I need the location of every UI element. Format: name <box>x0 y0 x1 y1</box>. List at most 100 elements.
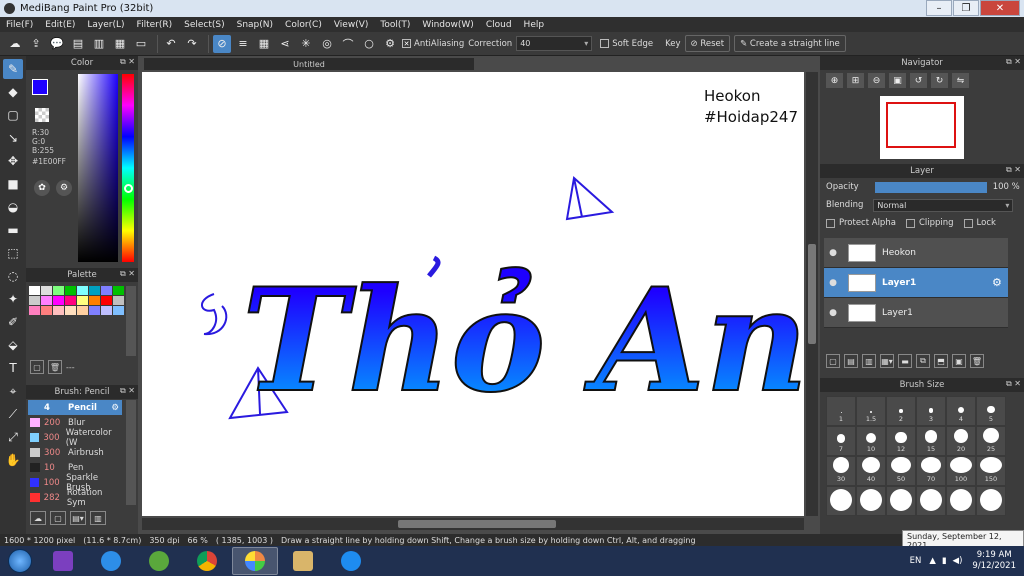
brush-size-option[interactable]: 150 <box>976 456 1006 486</box>
visual-studio-task[interactable] <box>40 547 86 575</box>
layer-item[interactable]: ● Layer1 ⚙ <box>824 268 1008 298</box>
line-tool-icon[interactable]: ↘ <box>3 128 23 148</box>
palette-swatch[interactable] <box>101 286 112 295</box>
foreground-color-swatch[interactable] <box>32 79 48 95</box>
palette-swatch[interactable] <box>41 296 52 305</box>
straight-line-button[interactable]: ✎ Create a straight line <box>734 35 846 52</box>
concentric-snap-icon[interactable]: ◎ <box>318 35 336 53</box>
parallel-snap-icon[interactable]: ≡ <box>234 35 252 53</box>
brush-size-option[interactable] <box>886 486 916 516</box>
snap-off-icon[interactable]: ⊘ <box>213 34 231 53</box>
flip-icon[interactable]: ⇋ <box>952 73 969 88</box>
color-mode-icon[interactable]: ✿ <box>34 180 50 196</box>
palette-swatch[interactable] <box>53 306 64 315</box>
language-indicator[interactable]: EN <box>910 556 922 566</box>
brush-settings-icon[interactable]: ▥ <box>90 511 106 525</box>
select-pen-tool-icon[interactable]: ✐ <box>3 312 23 332</box>
paint-task[interactable] <box>280 547 326 575</box>
visibility-icon[interactable]: ● <box>824 248 842 258</box>
brush-item-rotation[interactable]: 282 Rotation Sym <box>28 488 122 508</box>
coccoc-task[interactable] <box>136 547 182 575</box>
chrome-task[interactable] <box>184 547 230 575</box>
new-brush-icon[interactable]: ▢ <box>50 511 66 525</box>
close-button[interactable]: ✕ <box>980 0 1020 16</box>
panel-close-icon[interactable]: ⧉ ✕ <box>120 386 135 396</box>
vertical-scroll-thumb[interactable] <box>808 244 816 344</box>
brush-item-pencil[interactable]: 4 Pencil ⚙ <box>28 400 122 415</box>
palette-swatch[interactable] <box>29 306 40 315</box>
maximize-button[interactable]: ❐ <box>953 0 979 16</box>
palette-swatch[interactable] <box>65 286 76 295</box>
brush-size-option[interactable]: 30 <box>826 456 856 486</box>
vanishing-point-snap-icon[interactable]: ⋖ <box>276 35 294 53</box>
lock-checkbox[interactable] <box>963 218 973 228</box>
divide-tool-icon[interactable]: ⟋ <box>3 404 23 424</box>
merge-down-icon[interactable]: ⬒ <box>934 354 948 368</box>
protect-alpha-checkbox[interactable] <box>826 218 835 228</box>
brush-size-option[interactable]: 1.5 <box>856 396 886 426</box>
hue-slider-handle[interactable] <box>124 184 133 193</box>
actual-size-icon[interactable]: ▣ <box>889 73 906 88</box>
select-eraser-tool-icon[interactable]: ⬙ <box>3 335 23 355</box>
brush-size-option[interactable] <box>946 486 976 516</box>
brush-size-option[interactable]: 2 <box>886 396 916 426</box>
menu-select[interactable]: Select(S) <box>178 20 231 30</box>
snap-settings-icon[interactable]: ⚙ <box>381 35 399 53</box>
palette-swatch[interactable] <box>77 296 88 305</box>
palette-swatch[interactable] <box>65 296 76 305</box>
horizontal-scrollbar[interactable] <box>142 518 804 530</box>
reset-button[interactable]: ⊘ Reset <box>684 35 731 52</box>
new-halftone-layer-icon[interactable]: ▤ <box>844 354 858 368</box>
palette-swatch[interactable] <box>65 306 76 315</box>
hand-tool-icon[interactable]: ✋ <box>3 450 23 470</box>
brush-size-option[interactable]: 3 <box>916 396 946 426</box>
palette-swatch[interactable] <box>41 286 52 295</box>
share-icon[interactable]: ⇪ <box>27 35 45 53</box>
viewport-frame[interactable] <box>886 102 956 148</box>
circle-snap-icon[interactable]: ○ <box>360 35 378 53</box>
brush-size-option[interactable]: 25 <box>976 426 1006 456</box>
zoom-fit-icon[interactable]: ⊞ <box>847 73 864 88</box>
minimize-button[interactable]: – <box>926 0 952 16</box>
palette-swatch[interactable] <box>89 286 100 295</box>
blending-select[interactable]: Normal <box>873 198 1014 212</box>
rotate-left-icon[interactable]: ↺ <box>910 73 927 88</box>
menu-snap[interactable]: Snap(N) <box>231 20 279 30</box>
brush-size-option[interactable] <box>826 486 856 516</box>
add-color-icon[interactable]: ▢ <box>30 360 44 374</box>
palette-swatch[interactable] <box>113 306 124 315</box>
brush-menu-icon[interactable]: ▤▾ <box>70 511 86 525</box>
panel-close-icon[interactable]: ⧉ ✕ <box>120 57 135 67</box>
palette-swatch[interactable] <box>77 286 88 295</box>
color-settings-icon[interactable]: ⚙ <box>56 180 72 196</box>
zalo-task[interactable] <box>328 547 374 575</box>
menu-view[interactable]: View(V) <box>328 20 375 30</box>
text-tool-icon[interactable]: T <box>3 358 23 378</box>
palette-swatch[interactable] <box>77 306 88 315</box>
network-icon[interactable]: ▮ <box>942 556 947 566</box>
volume-icon[interactable]: ◀) <box>953 556 963 566</box>
menu-cloud[interactable]: Cloud <box>480 20 518 30</box>
eyedropper-tool-icon[interactable]: ⤢ <box>3 427 23 447</box>
palette-swatch[interactable] <box>89 306 100 315</box>
bucket-tool-icon[interactable]: ◒ <box>3 197 23 217</box>
lasso-tool-icon[interactable]: ◌ <box>3 266 23 286</box>
brush-size-option[interactable] <box>856 486 886 516</box>
palette-swatch[interactable] <box>53 286 64 295</box>
brush-size-option[interactable]: 4 <box>946 396 976 426</box>
medibang-task[interactable] <box>232 547 278 575</box>
delete-color-icon[interactable]: 🗑 <box>48 360 62 374</box>
gradient-tool-icon[interactable]: ▬ <box>3 220 23 240</box>
palette-swatch[interactable] <box>29 286 40 295</box>
panel-close-icon[interactable]: ⧉ ✕ <box>1006 57 1021 67</box>
comment-icon[interactable]: 💬 <box>48 35 66 53</box>
soft-edge-checkbox[interactable] <box>600 39 610 48</box>
brush-size-option[interactable]: 12 <box>886 426 916 456</box>
delete-layer-icon[interactable]: 🗑 <box>970 354 984 368</box>
document-icon[interactable]: ▥ <box>90 35 108 53</box>
grid-settings-icon[interactable]: ▦ <box>111 35 129 53</box>
radial-snap-icon[interactable]: ✳ <box>297 35 315 53</box>
tray-arrow-icon[interactable]: ▲ <box>929 556 936 566</box>
curve-snap-icon[interactable]: ⌒ <box>339 35 357 53</box>
brush-size-option[interactable]: 15 <box>916 426 946 456</box>
